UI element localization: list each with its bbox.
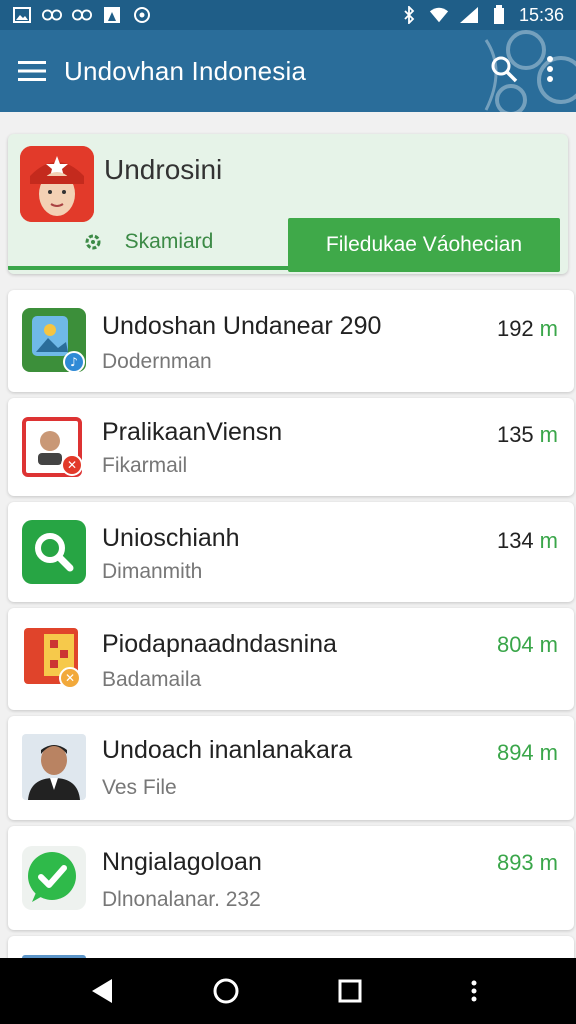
home-circle-icon bbox=[213, 978, 239, 1004]
app-icon: ♪ bbox=[22, 308, 86, 373]
tab-standard[interactable]: Skamiard bbox=[8, 218, 288, 270]
svg-text:✕: ✕ bbox=[67, 458, 77, 472]
more-nav-button[interactable] bbox=[454, 971, 494, 1011]
app-icon: ✕ bbox=[22, 415, 86, 479]
app-icon bbox=[22, 846, 86, 910]
svg-text:✕: ✕ bbox=[65, 671, 75, 685]
list-item[interactable]: Undoach inanlanakara Ves File 894 m bbox=[8, 716, 574, 820]
list-item[interactable]: ✕ PralikaanViensn Fikarmail 135 m bbox=[8, 398, 574, 496]
item-value: 804 m bbox=[496, 632, 558, 657]
search-app-icon bbox=[22, 520, 86, 584]
user-avatar-icon bbox=[20, 146, 94, 222]
more-vertical-icon bbox=[471, 980, 477, 1002]
recents-button[interactable] bbox=[330, 971, 370, 1011]
contact-card-icon: ✕ bbox=[22, 417, 83, 477]
more-vertical-icon bbox=[547, 55, 553, 82]
gear-icon bbox=[85, 234, 101, 250]
home-button[interactable] bbox=[206, 971, 246, 1011]
photo-app-icon: ♪ bbox=[22, 308, 86, 373]
svg-text:♪: ♪ bbox=[70, 355, 78, 369]
item-title: Undoach inanlanakara bbox=[102, 736, 353, 764]
app-title: Undovhan Indonesia bbox=[64, 55, 307, 86]
battery-icon bbox=[489, 5, 509, 24]
app-icon bbox=[22, 734, 86, 800]
recents-square-icon bbox=[338, 979, 362, 1003]
settings-notification-icon-2 bbox=[72, 6, 92, 24]
bookmark-notification-icon bbox=[102, 6, 122, 24]
tools-app-icon: ✕ bbox=[24, 628, 81, 689]
status-time: 15:36 bbox=[518, 4, 564, 25]
bluetooth-icon bbox=[399, 6, 419, 24]
status-bar: 15:36 bbox=[0, 0, 576, 30]
menu-button[interactable] bbox=[0, 30, 64, 112]
search-icon bbox=[491, 56, 518, 82]
settings-notification-icon bbox=[42, 6, 62, 24]
item-subtitle: Dimanmith bbox=[102, 560, 203, 583]
overflow-menu-button[interactable] bbox=[546, 55, 554, 87]
whatsapp-icon bbox=[22, 846, 86, 910]
list-item[interactable]: ✕ Piodapnaadndasnina Badamaila 804 m bbox=[8, 608, 574, 710]
item-title: Piodapnaadndasnina bbox=[102, 630, 337, 658]
hamburger-menu-icon bbox=[18, 61, 46, 81]
app-bar: Undovhan Indonesia bbox=[0, 30, 576, 112]
item-title: Nngialagoloan bbox=[102, 848, 262, 876]
person-photo-icon bbox=[22, 734, 86, 800]
list-item[interactable]: Unioschianh Dimanmith 134 m bbox=[8, 502, 574, 602]
tab-bar: Skamiard Filedukae Váohecian bbox=[8, 218, 568, 274]
search-button[interactable] bbox=[490, 55, 518, 88]
app-icon bbox=[22, 520, 86, 584]
profile-card: Undrosini Skamiard Filedukae Váohecian bbox=[8, 134, 568, 274]
item-value: 134 m bbox=[496, 528, 558, 553]
tab-label: Skamiard bbox=[124, 230, 214, 253]
list-item[interactable]: Nngialagoloan Dlnonalanar. 232 893 m bbox=[8, 826, 574, 930]
list-item[interactable]: ♪ Undoshan Undanear 290 Dodernman 192 m bbox=[8, 290, 574, 392]
tab-active[interactable]: Filedukae Váohecian bbox=[288, 218, 560, 272]
item-title: Undoshan Undanear 290 bbox=[102, 312, 382, 340]
wifi-icon bbox=[429, 6, 449, 24]
item-value: 894 m bbox=[496, 740, 558, 765]
item-subtitle: Dodernman bbox=[102, 350, 212, 373]
tab-label: Filedukae Váohecian bbox=[325, 233, 523, 256]
back-triangle-icon bbox=[92, 979, 112, 1003]
item-subtitle: Ves File bbox=[102, 776, 177, 799]
signal-icon bbox=[459, 6, 479, 24]
image-notification-icon bbox=[12, 6, 32, 24]
sync-notification-icon bbox=[132, 6, 152, 24]
item-value: 893 m bbox=[496, 850, 558, 875]
profile-name: Undrosini bbox=[104, 154, 223, 185]
item-value: 192 m bbox=[496, 316, 558, 341]
avatar[interactable] bbox=[20, 146, 94, 222]
item-title: Unioschianh bbox=[102, 524, 240, 552]
system-navigation-bar bbox=[0, 958, 576, 1024]
item-subtitle: Badamaila bbox=[102, 668, 202, 691]
item-subtitle: Dlnonalanar. 232 bbox=[102, 888, 261, 911]
item-title: PralikaanViensn bbox=[102, 418, 283, 446]
back-button[interactable] bbox=[82, 971, 122, 1011]
item-value: 135 m bbox=[496, 422, 558, 447]
app-icon: ✕ bbox=[22, 626, 86, 690]
item-subtitle: Fikarmail bbox=[102, 454, 188, 477]
